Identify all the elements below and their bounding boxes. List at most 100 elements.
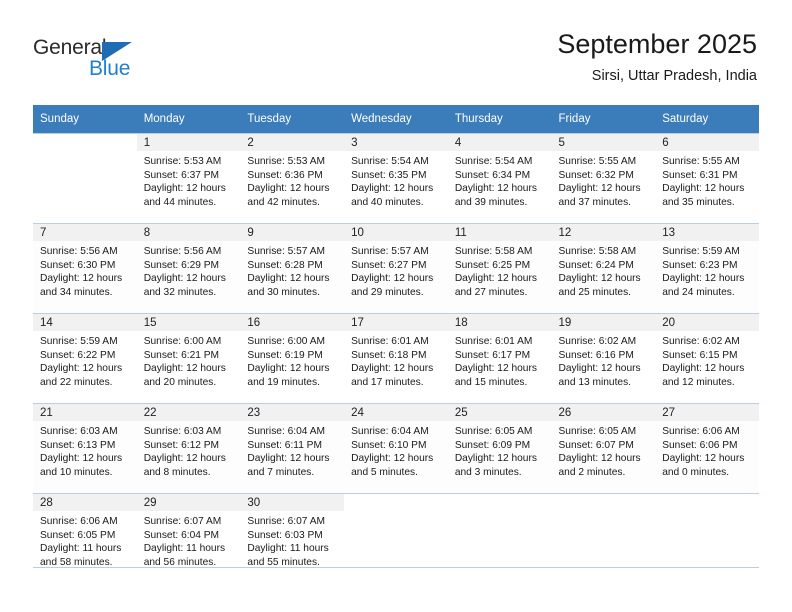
calendar-day-cell-empty [33,133,137,223]
daylight-text: Daylight: 12 hours [662,183,745,195]
calendar-day-cell[interactable]: 10 Sunrise: 5:57 AM Sunset: 6:27 PM Dayligh… [344,223,448,313]
daylight-text: Daylight: 12 hours [143,453,226,465]
calendar-day-cell-empty [447,493,552,583]
calendar-day-cell[interactable]: 8 Sunrise: 5:56 AM Sunset: 6:29 PM Daylight… [136,223,241,313]
day-cell-inner: 28 Sunrise: 6:06 AM Sunset: 6:05 PM Dayligh… [33,493,137,583]
sunset-text: Sunset: 6:09 PM [454,439,531,451]
sunrise-text: Sunrise: 6:06 AM [40,516,118,527]
daylight-text: and 15 minutes. [454,376,528,388]
sunset-text: Sunset: 6:12 PM [143,439,220,451]
calendar-day-cell[interactable]: 3 Sunrise: 5:54 AM Sunset: 6:35 PM Daylight… [344,133,448,223]
calendar-day-cell[interactable]: 9 Sunrise: 5:57 AM Sunset: 6:28 PM Daylight… [240,223,345,313]
calendar-day-cell[interactable]: 24 Sunrise: 6:04 AM Sunset: 6:10 PM Dayligh… [344,403,448,493]
day-details: Sunrise: 6:04 AM Sunset: 6:10 PM Daylight:… [344,421,448,479]
daylight-text: and 42 minutes. [247,196,320,208]
daylight-text: and 22 minutes. [40,376,113,388]
sunset-text: Sunset: 6:05 PM [40,529,116,541]
daylight-text: Daylight: 12 hours [40,453,123,465]
calendar-day-cell[interactable]: 26 Sunrise: 6:05 AM Sunset: 6:07 PM Dayligh… [551,403,656,493]
daylight-text: and 37 minutes. [558,196,632,208]
day-number: 2 [240,134,345,151]
sunrise-text: Sunrise: 5:55 AM [558,156,637,167]
calendar-day-cell[interactable]: 18 Sunrise: 6:01 AM Sunset: 6:17 PM Dayligh… [447,313,552,403]
calendar-day-cell[interactable]: 6 Sunrise: 5:55 AM Sunset: 6:31 PM Daylight… [655,133,759,223]
daylight-text: Daylight: 12 hours [351,363,434,375]
day-details: Sunrise: 5:56 AM Sunset: 6:30 PM Daylight:… [33,241,137,299]
calendar-day-cell[interactable]: 2 Sunrise: 5:53 AM Sunset: 6:36 PM Daylight… [240,133,345,223]
day-cell-inner: 17 Sunrise: 6:01 AM Sunset: 6:18 PM Dayligh… [344,313,448,403]
daylight-text: and 20 minutes. [143,376,217,388]
day-details: Sunrise: 6:02 AM Sunset: 6:16 PM Daylight:… [552,331,656,389]
calendar-day-cell[interactable]: 17 Sunrise: 6:01 AM Sunset: 6:18 PM Dayligh… [344,313,448,403]
calendar-page: General Blue September 2025 Sirsi, Uttar… [0,0,792,612]
day-details: Sunrise: 5:55 AM Sunset: 6:31 PM Daylight:… [655,151,759,209]
calendar-day-cell[interactable]: 4 Sunrise: 5:54 AM Sunset: 6:34 PM Daylight… [447,133,552,223]
day-cell-inner: 2 Sunrise: 5:53 AM Sunset: 6:36 PM Daylight… [240,133,345,223]
day-details: Sunrise: 6:04 AM Sunset: 6:11 PM Daylight:… [240,421,344,479]
daylight-text: and 2 minutes. [558,466,626,478]
calendar-day-cell[interactable]: 13 Sunrise: 5:59 AM Sunset: 6:23 PM Dayligh… [655,223,759,313]
day-details: Sunrise: 5:57 AM Sunset: 6:27 PM Daylight:… [344,241,448,299]
sunrise-text: Sunrise: 5:57 AM [351,246,429,257]
daylight-text: Daylight: 12 hours [247,273,330,285]
calendar-day-cell[interactable]: 11 Sunrise: 5:58 AM Sunset: 6:25 PM Dayligh… [447,223,552,313]
day-details: Sunrise: 5:54 AM Sunset: 6:35 PM Daylight:… [344,151,448,209]
day-number: 11 [447,224,552,241]
sunrise-text: Sunrise: 6:00 AM [247,336,325,347]
day-cell-inner: 18 Sunrise: 6:01 AM Sunset: 6:17 PM Dayligh… [447,313,552,403]
daylight-text: Daylight: 12 hours [662,273,745,285]
day-details: Sunrise: 5:53 AM Sunset: 6:37 PM Daylight:… [137,151,241,209]
calendar-day-cell[interactable]: 19 Sunrise: 6:02 AM Sunset: 6:16 PM Dayligh… [551,313,656,403]
sunset-text: Sunset: 6:10 PM [351,439,427,451]
day-cell-inner: 29 Sunrise: 6:07 AM Sunset: 6:04 PM Dayligh… [136,493,241,583]
day-details: Sunrise: 6:03 AM Sunset: 6:13 PM Daylight:… [33,421,137,479]
calendar-day-cell[interactable]: 1 Sunrise: 5:53 AM Sunset: 6:37 PM Daylight… [136,133,241,223]
page-subtitle: Sirsi, Uttar Pradesh, India [591,68,757,84]
daylight-text: Daylight: 12 hours [454,273,537,285]
daylight-text: and 7 minutes. [247,466,315,478]
calendar-day-cell[interactable]: 30 Sunrise: 6:07 AM Sunset: 6:03 PM Dayligh… [240,493,345,583]
sunset-text: Sunset: 6:18 PM [351,349,427,361]
sunset-text: Sunset: 6:29 PM [143,259,220,271]
sunrise-text: Sunrise: 6:02 AM [662,336,740,347]
day-number: 23 [240,404,345,421]
sunset-text: Sunset: 6:32 PM [558,169,634,181]
day-details: Sunrise: 5:54 AM Sunset: 6:34 PM Daylight:… [448,151,552,209]
day-cell-inner: 6 Sunrise: 5:55 AM Sunset: 6:31 PM Daylight… [655,133,759,223]
daylight-text: Daylight: 12 hours [558,273,641,285]
day-cell-inner: 7 Sunrise: 5:56 AM Sunset: 6:30 PM Daylight… [33,223,137,313]
calendar-day-cell[interactable]: 15 Sunrise: 6:00 AM Sunset: 6:21 PM Dayligh… [136,313,241,403]
calendar-day-cell[interactable]: 21 Sunrise: 6:03 AM Sunset: 6:13 PM Dayligh… [33,403,137,493]
day-details: Sunrise: 5:57 AM Sunset: 6:28 PM Daylight:… [240,241,344,299]
calendar-day-cell[interactable]: 27 Sunrise: 6:06 AM Sunset: 6:06 PM Dayligh… [655,403,759,493]
daylight-text: Daylight: 12 hours [454,363,537,375]
day-number: 14 [33,314,137,331]
calendar-day-cell[interactable]: 22 Sunrise: 6:03 AM Sunset: 6:12 PM Dayligh… [136,403,241,493]
daylight-text: and 32 minutes. [143,286,217,298]
calendar-day-cell[interactable]: 29 Sunrise: 6:07 AM Sunset: 6:04 PM Dayligh… [136,493,241,583]
calendar-day-cell[interactable]: 12 Sunrise: 5:58 AM Sunset: 6:24 PM Dayligh… [551,223,656,313]
calendar-day-cell[interactable]: 7 Sunrise: 5:56 AM Sunset: 6:30 PM Daylight… [33,223,137,313]
daylight-text: Daylight: 12 hours [40,363,123,375]
sunrise-text: Sunrise: 5:56 AM [143,246,222,257]
daylight-text: and 5 minutes. [351,466,418,478]
calendar-day-cell[interactable]: 16 Sunrise: 6:00 AM Sunset: 6:19 PM Dayligh… [240,313,345,403]
calendar-day-cell[interactable]: 23 Sunrise: 6:04 AM Sunset: 6:11 PM Dayligh… [240,403,345,493]
daylight-text: and 3 minutes. [454,466,522,478]
calendar-day-cell[interactable]: 20 Sunrise: 6:02 AM Sunset: 6:15 PM Dayligh… [655,313,759,403]
daylight-text: Daylight: 12 hours [454,453,537,465]
day-cell-inner [344,493,448,583]
day-number: 24 [344,404,448,421]
day-number: 8 [136,224,241,241]
calendar-day-cell[interactable]: 25 Sunrise: 6:05 AM Sunset: 6:09 PM Dayligh… [447,403,552,493]
day-cell-inner: 9 Sunrise: 5:57 AM Sunset: 6:28 PM Daylight… [240,223,345,313]
calendar-day-cell[interactable]: 14 Sunrise: 5:59 AM Sunset: 6:22 PM Dayligh… [33,313,137,403]
sunset-text: Sunset: 6:35 PM [351,169,427,181]
sunrise-text: Sunrise: 6:07 AM [143,516,222,527]
calendar-day-cell[interactable]: 28 Sunrise: 6:06 AM Sunset: 6:05 PM Dayligh… [33,493,137,583]
daylight-text: and 34 minutes. [40,286,113,298]
day-number: 21 [33,404,137,421]
general-blue-logo[interactable]: General Blue [33,36,163,86]
daylight-text: and 0 minutes. [662,466,730,478]
calendar-day-cell[interactable]: 5 Sunrise: 5:55 AM Sunset: 6:32 PM Daylight… [551,133,656,223]
